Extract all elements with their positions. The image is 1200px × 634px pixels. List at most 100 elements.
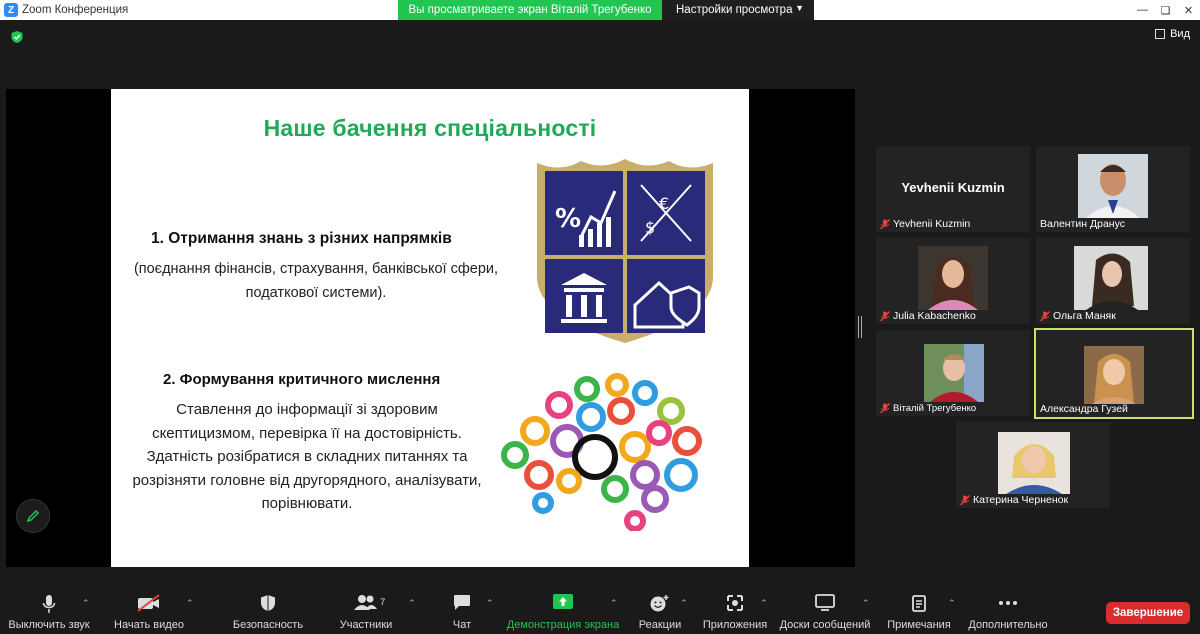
minimize-icon[interactable]: — <box>1131 0 1154 20</box>
mute-button[interactable]: Выключить звук <box>6 580 92 634</box>
shared-screen: Наше бачення спеціальності 1. Отримання … <box>6 89 855 567</box>
point2-body: Ставлення до інформації зі здоровим скеп… <box>132 401 482 512</box>
participant-tile[interactable]: Julia Kabachenko <box>876 238 1030 324</box>
euro-symbol: € <box>659 194 669 213</box>
participant-label: Віталій Трегубенко <box>880 403 976 414</box>
reactions-label: Реакции <box>638 619 682 631</box>
whiteboards-options-caret[interactable]: ⌃ <box>862 598 870 609</box>
view-settings-dropdown[interactable]: Настройки просмотра ▼ <box>662 0 814 20</box>
participant-label: Александра Гузей <box>1040 403 1128 415</box>
participants-button[interactable]: Участники <box>332 580 400 634</box>
participant-video-image <box>1074 246 1148 310</box>
smiley-icon <box>650 595 669 612</box>
participant-name-display: Yevhenii Kuzmin <box>901 180 1005 195</box>
chat-label: Чат <box>452 619 472 631</box>
whiteboard-icon <box>815 594 835 611</box>
view-settings-label: Настройки просмотра <box>676 4 793 16</box>
chat-button[interactable]: Чат <box>440 580 484 634</box>
pen-icon <box>26 509 40 523</box>
annotate-pen-button[interactable] <box>16 499 50 533</box>
participant-label: Ольга Маняк <box>1040 310 1116 322</box>
restore-icon[interactable]: ❏ <box>1154 0 1177 20</box>
muted-mic-icon <box>1040 310 1050 321</box>
dollar-symbol: $ <box>645 218 655 237</box>
security-label: Безопасность <box>232 619 304 631</box>
participant-video-image <box>1078 154 1148 218</box>
notes-options-caret[interactable]: ⌃ <box>948 598 956 609</box>
muted-mic-icon <box>880 310 890 321</box>
start-video-label: Начать видео <box>114 619 184 631</box>
video-options-caret[interactable]: ⌃ <box>186 598 194 609</box>
window-controls: — ❏ ✕ <box>1131 0 1200 20</box>
percent-symbol: % <box>555 204 581 234</box>
participant-video-image <box>1084 346 1144 404</box>
video-off-icon <box>137 594 160 612</box>
share-screen-label: Демонстрация экрана <box>506 619 620 631</box>
notes-label: Примечания <box>887 619 951 631</box>
participant-video-image <box>998 432 1070 494</box>
participant-name: Julia Kabachenko <box>893 310 976 322</box>
presentation-slide: Наше бачення спеціальності 1. Отримання … <box>111 89 749 567</box>
participant-tile[interactable]: Валентин Дранус <box>1036 146 1190 232</box>
participant-label: Валентин Дранус <box>1040 218 1125 230</box>
participants-icon <box>354 595 377 610</box>
security-button[interactable]: Безопасность <box>228 580 308 634</box>
participant-name: Александра Гузей <box>1040 403 1128 415</box>
muted-mic-icon <box>960 494 970 505</box>
notes-icon <box>912 595 926 612</box>
point2-heading: 2. Формування критичного мислення <box>163 371 441 388</box>
apps-icon <box>727 595 743 611</box>
participants-options-caret[interactable]: ⌃ <box>408 598 416 609</box>
participant-name: Віталій Трегубенко <box>893 403 977 414</box>
more-button[interactable]: Дополнительно <box>964 580 1052 634</box>
mute-label: Выключить звук <box>8 619 90 631</box>
participant-label: Катерина Черненок <box>960 494 1068 506</box>
participant-name: Ольга Маняк <box>1053 310 1116 322</box>
whiteboards-button[interactable]: Доски сообщений <box>778 580 872 634</box>
zoom-window: Z Zoom Конференция Вы просматриваете экр… <box>0 0 1200 634</box>
share-banner: Вы просматриваете экран Віталій Трегубен… <box>398 0 662 20</box>
more-label: Дополнительно <box>968 619 1048 631</box>
reactions-options-caret[interactable]: ⌃ <box>680 598 688 609</box>
notes-button[interactable]: Примечания <box>884 580 954 634</box>
title-bar: Z Zoom Конференция Вы просматриваете экр… <box>0 0 1200 20</box>
apps-options-caret[interactable]: ⌃ <box>760 598 768 609</box>
participant-label: Julia Kabachenko <box>880 310 976 322</box>
finance-emblem-image: % € $ <box>537 159 713 343</box>
meeting-toolbar: Выключить звук ⌃ Начать видео ⌃ Безопасн… <box>0 580 1200 634</box>
start-video-button[interactable]: Начать видео <box>112 580 186 634</box>
chat-options-caret[interactable]: ⌃ <box>486 598 494 609</box>
participant-tile[interactable]: Yevhenii Kuzmin Yevhenii Kuzmin <box>876 146 1030 232</box>
more-dots-icon <box>999 601 1017 605</box>
participants-count: 7 <box>380 597 386 608</box>
participant-tile[interactable]: Катерина Черненок <box>956 422 1110 508</box>
zoom-logo-icon: Z <box>4 3 18 17</box>
view-button[interactable]: Вид <box>1155 28 1190 40</box>
reactions-button[interactable]: Реакции <box>634 580 686 634</box>
share-screen-button[interactable]: Демонстрация экрана <box>504 580 622 634</box>
participant-tile-active-speaker[interactable]: Александра Гузей <box>1034 328 1194 419</box>
participant-video-image <box>918 246 988 310</box>
share-banner-text: Вы просматриваете экран Віталій Трегубен… <box>408 4 652 16</box>
muted-mic-icon <box>880 403 890 414</box>
panel-splitter-handle[interactable] <box>858 316 862 338</box>
close-icon[interactable]: ✕ <box>1177 0 1200 20</box>
participant-name: Валентин Дранус <box>1040 218 1125 230</box>
shield-icon <box>261 595 275 611</box>
slide-title: Наше бачення спеціальності <box>263 115 597 141</box>
mute-options-caret[interactable]: ⌃ <box>82 598 90 609</box>
participant-name: Катерина Черненок <box>973 494 1069 506</box>
participant-tile[interactable]: Ольга Маняк <box>1036 238 1190 324</box>
share-options-caret[interactable]: ⌃ <box>610 598 618 609</box>
end-meeting-button[interactable]: Завершение <box>1106 602 1190 624</box>
participants-label: Участники <box>339 619 393 631</box>
microphone-icon <box>42 595 56 613</box>
gears-brain-image <box>501 373 702 531</box>
muted-mic-icon <box>880 218 890 229</box>
view-button-label: Вид <box>1170 28 1190 40</box>
encryption-shield-icon[interactable] <box>10 30 24 44</box>
participant-tile[interactable]: Віталій Трегубенко <box>876 330 1030 416</box>
share-screen-icon <box>553 594 573 609</box>
participant-video-image <box>924 344 984 402</box>
apps-label: Приложения <box>702 619 768 631</box>
